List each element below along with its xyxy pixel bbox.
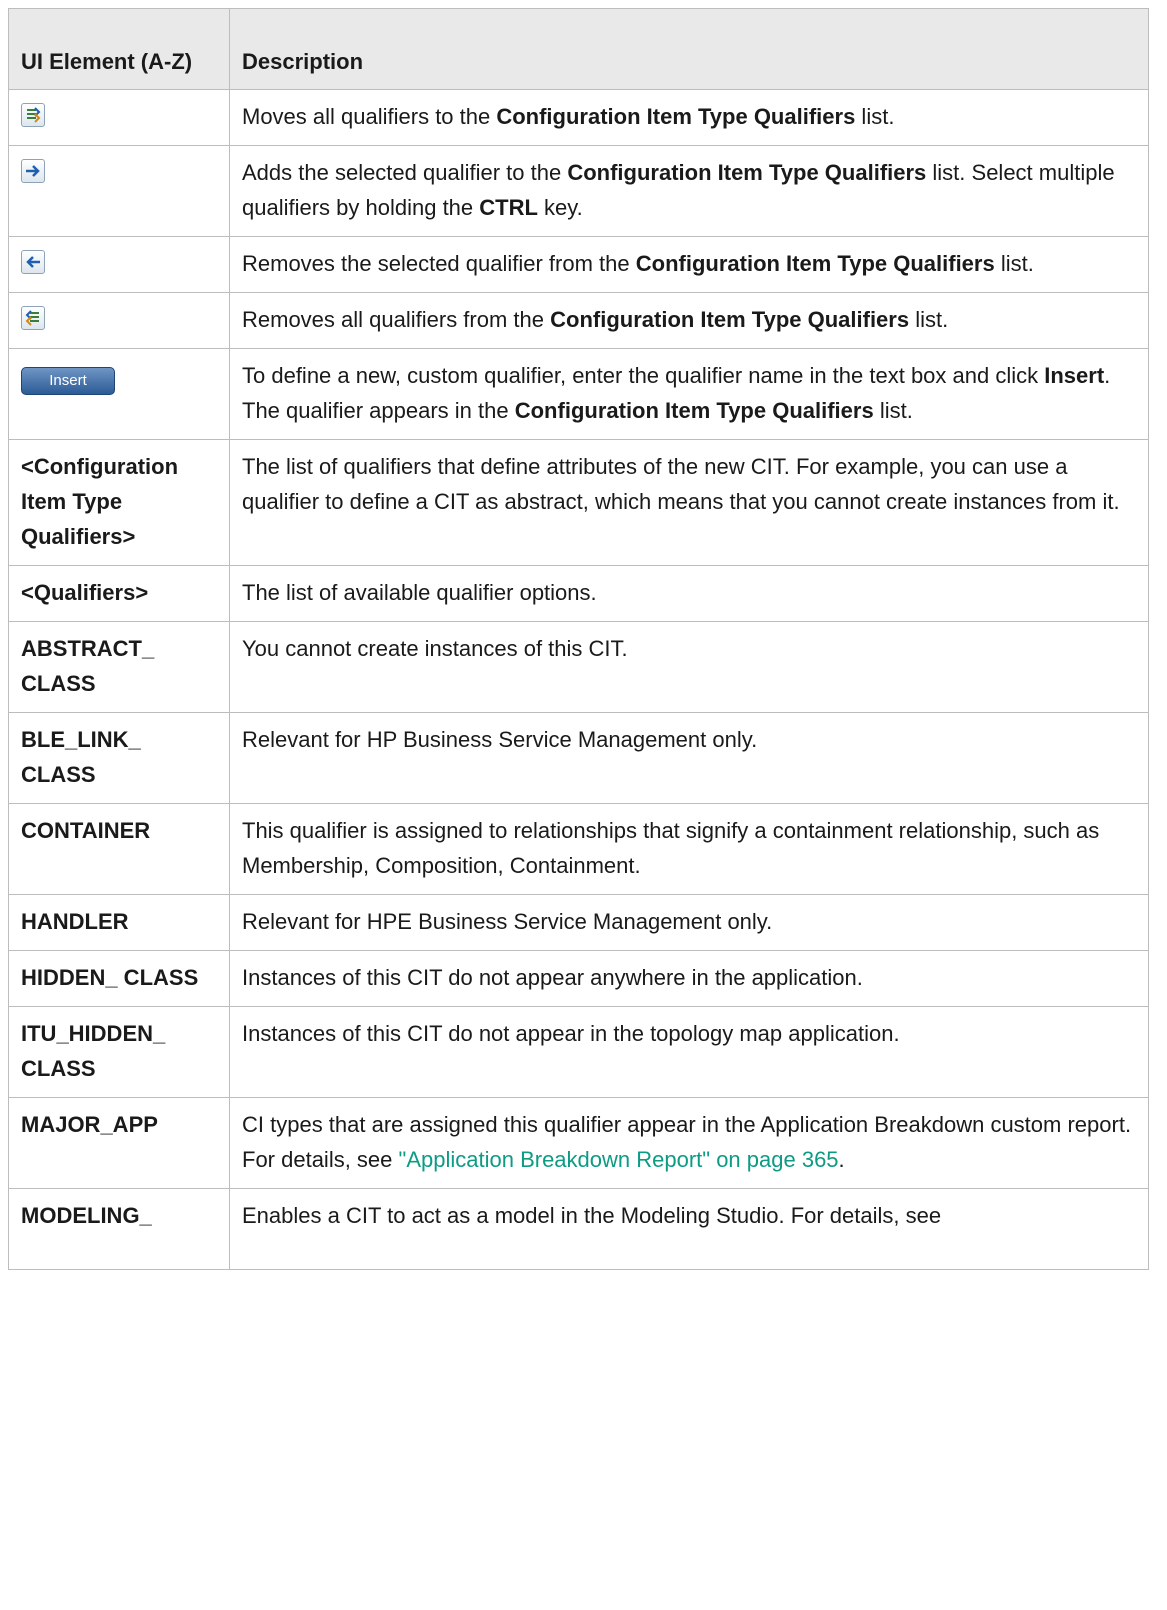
description-cell: Enables a CIT to act as a model in the M…: [229, 1188, 1149, 1270]
description-text: Removes the selected qualifier from the: [242, 251, 636, 276]
move-left-icon: [21, 250, 45, 274]
table-row: ABSTRACT_ CLASS You cannot create instan…: [8, 621, 1149, 713]
table-row: Insert To define a new, custom qualifier…: [8, 348, 1149, 440]
description-text: list.: [994, 251, 1034, 276]
element-name: <Qualifiers>: [8, 565, 230, 622]
element-cell: [8, 89, 230, 146]
table-header-row: UI Element (A-Z) Description: [8, 8, 1149, 90]
description-bold: Configuration Item Type Qualifiers: [635, 251, 995, 276]
move-all-right-icon: [21, 103, 45, 127]
description-bold: CTRL: [479, 195, 538, 220]
application-breakdown-report-link[interactable]: "Application Breakdown Report" on page 3…: [399, 1147, 839, 1172]
table-row: HANDLER Relevant for HPE Business Servic…: [8, 894, 1149, 951]
table-row: Moves all qualifiers to the Configuratio…: [8, 89, 1149, 146]
element-cell: [8, 236, 230, 293]
table-row: ITU_HIDDEN_ CLASS Instances of this CIT …: [8, 1006, 1149, 1098]
description-text: Moves all qualifiers to the: [242, 104, 497, 129]
element-name: MAJOR_APP: [8, 1097, 230, 1189]
description-cell: Moves all qualifiers to the Configuratio…: [229, 89, 1149, 146]
description-bold: Insert: [1044, 363, 1105, 388]
description-cell: Instances of this CIT do not appear in t…: [229, 1006, 1149, 1098]
table-row: MAJOR_APP CI types that are assigned thi…: [8, 1097, 1149, 1189]
description-cell: The list of available qualifier options.: [229, 565, 1149, 622]
description-bold: Configuration Item Type Qualifiers: [567, 160, 927, 185]
description-cell: To define a new, custom qualifier, enter…: [229, 348, 1149, 440]
description-cell: Removes all qualifiers from the Configur…: [229, 292, 1149, 349]
element-name: <Configuration Item Type Qualifiers>: [8, 439, 230, 566]
description-text: Adds the selected qualifier to the: [242, 160, 568, 185]
table-row: CONTAINER This qualifier is assigned to …: [8, 803, 1149, 895]
move-all-left-icon: [21, 306, 45, 330]
insert-button[interactable]: Insert: [21, 367, 115, 395]
move-right-icon: [21, 159, 45, 183]
description-text: list.: [855, 104, 895, 129]
description-text: To define a new, custom qualifier, enter…: [242, 363, 1045, 388]
element-name: HANDLER: [8, 894, 230, 951]
description-cell: Adds the selected qualifier to the Confi…: [229, 145, 1149, 237]
description-bold: Configuration Item Type Qualifiers: [550, 307, 910, 332]
element-name: ABSTRACT_ CLASS: [8, 621, 230, 713]
element-name: CONTAINER: [8, 803, 230, 895]
description-cell: Relevant for HPE Business Service Manage…: [229, 894, 1149, 951]
description-cell: The list of qualifiers that define attri…: [229, 439, 1149, 566]
description-cell: Instances of this CIT do not appear anyw…: [229, 950, 1149, 1007]
element-name: HIDDEN_ CLASS: [8, 950, 230, 1007]
table-row: <Qualifiers> The list of available quali…: [8, 565, 1149, 622]
description-cell: CI types that are assigned this qualifie…: [229, 1097, 1149, 1189]
description-text: key.: [537, 195, 583, 220]
element-cell: Insert: [8, 348, 230, 440]
table-row: <Configuration Item Type Qualifiers> The…: [8, 439, 1149, 566]
table-row: Removes the selected qualifier from the …: [8, 236, 1149, 293]
table-row: HIDDEN_ CLASS Instances of this CIT do n…: [8, 950, 1149, 1007]
description-cell: Removes the selected qualifier from the …: [229, 236, 1149, 293]
element-name: MODELING_: [8, 1188, 230, 1270]
element-cell: [8, 292, 230, 349]
table-row: MODELING_ Enables a CIT to act as a mode…: [8, 1188, 1149, 1270]
description-text: list.: [909, 307, 949, 332]
ui-elements-table: UI Element (A-Z) Description Moves all q…: [8, 8, 1149, 1270]
description-text: Removes all qualifiers from the: [242, 307, 551, 332]
description-cell: This qualifier is assigned to relationsh…: [229, 803, 1149, 895]
description-bold: Configuration Item Type Qualifiers: [514, 398, 874, 423]
header-description: Description: [229, 8, 1149, 90]
table-row: Removes all qualifiers from the Configur…: [8, 292, 1149, 349]
element-name: BLE_LINK_ CLASS: [8, 712, 230, 804]
header-ui-element: UI Element (A-Z): [8, 8, 230, 90]
description-bold: Configuration Item Type Qualifiers: [496, 104, 856, 129]
description-text: list.: [873, 398, 913, 423]
table-row: BLE_LINK_ CLASS Relevant for HP Business…: [8, 712, 1149, 804]
element-name: ITU_HIDDEN_ CLASS: [8, 1006, 230, 1098]
description-text: .: [838, 1147, 845, 1172]
table-row: Adds the selected qualifier to the Confi…: [8, 145, 1149, 237]
element-cell: [8, 145, 230, 237]
description-cell: Relevant for HP Business Service Managem…: [229, 712, 1149, 804]
description-cell: You cannot create instances of this CIT.: [229, 621, 1149, 713]
